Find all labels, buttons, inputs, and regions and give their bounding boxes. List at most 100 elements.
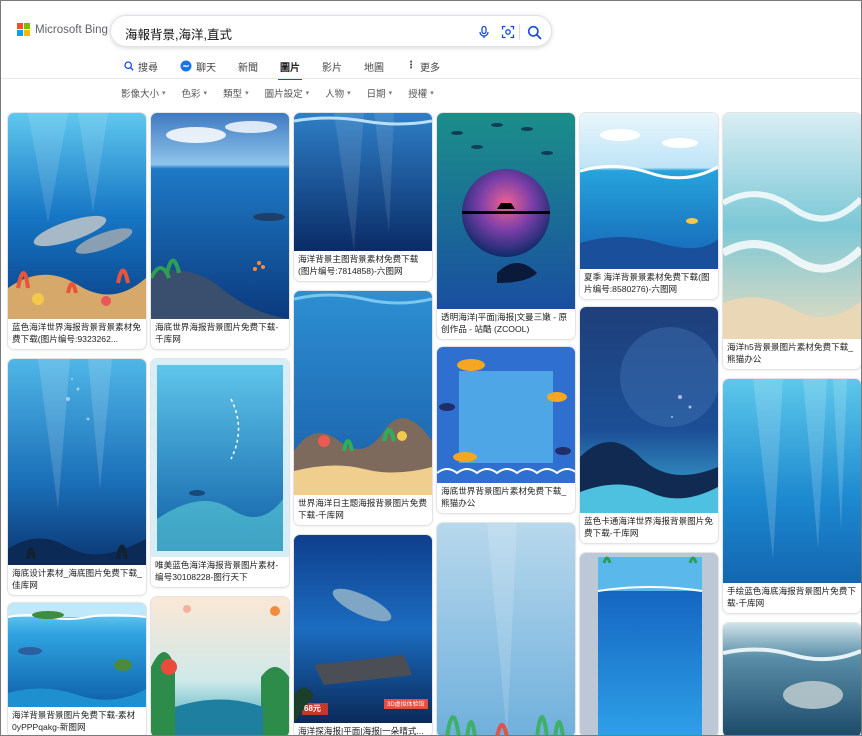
result-tile[interactable]: 蓝色海洋世界海报背景背景素材免费下载(图片编号:9323262... — [8, 113, 146, 349]
result-tile[interactable]: 68元 3D虚拟体验馆 海洋探海报|平面|海报|一朵晴式... — [294, 535, 432, 735]
result-thumbnail[interactable] — [437, 347, 575, 483]
result-thumbnail[interactable] — [580, 113, 718, 269]
result-caption[interactable]: 世界海洋日主题海报背景图片免费下载-千库网 — [298, 498, 428, 521]
more-icon: ⋮ — [406, 60, 416, 71]
caret-down-icon: ▾ — [388, 90, 393, 97]
result-tile[interactable] — [580, 553, 718, 735]
image-results: 蓝色海洋世界海报背景背景素材免费下载(图片编号:9323262... 海底设计素… — [8, 113, 861, 735]
filter-color[interactable]: 色彩 ▾ — [182, 86, 224, 100]
filter-type[interactable]: 類型 ▾ — [223, 86, 265, 100]
result-thumbnail[interactable] — [580, 553, 718, 735]
tab-maps[interactable]: 地圖 — [353, 56, 395, 76]
result-tile[interactable]: 海洋h5背景景图片素材免费下载_熊猫办公 — [723, 113, 861, 369]
tab-label: 更多 — [420, 62, 440, 74]
result-thumbnail[interactable] — [8, 359, 146, 565]
result-caption[interactable]: 海洋探海报|平面|海报|一朵晴式... — [298, 726, 428, 735]
tab-more[interactable]: ⋮ 更多 — [395, 56, 451, 76]
result-thumbnail[interactable] — [151, 597, 289, 735]
filter-license[interactable]: 授權 ▾ — [408, 86, 450, 100]
result-thumbnail[interactable] — [580, 307, 718, 513]
result-tile[interactable]: 海底设计素材_海底图片免费下载_佳库网 — [8, 359, 146, 595]
header: Microsoft Bing 海報背景,海洋,直式 搜尋 聊天 新聞 圖片 影片… — [1, 1, 861, 105]
poster-badge-label: 3D虚拟体验馆 — [387, 702, 425, 708]
result-caption[interactable]: 手绘蓝色海底海报背景图片免费下载-千库网 — [727, 586, 857, 609]
tab-label: 搜尋 — [138, 62, 158, 74]
result-tile[interactable]: 夏季 海洋背景景素材免费下载(图片编号:8580276)-六图网 — [580, 113, 718, 299]
result-thumbnail[interactable] — [8, 603, 146, 707]
result-tile[interactable] — [723, 623, 861, 735]
bing-logo[interactable]: Microsoft Bing — [17, 23, 108, 36]
result-tile[interactable]: 蓝色卡通海洋世界海报背景图片免费下载-千库网 — [580, 307, 718, 543]
tab-search[interactable]: 搜尋 — [113, 56, 169, 76]
result-tile[interactable]: 海洋背景主图背景素材免费下载(图片编号:7814858)-六图网 — [294, 113, 432, 281]
tab-images[interactable]: 圖片 — [269, 56, 311, 80]
result-thumbnail[interactable] — [723, 113, 861, 339]
result-thumbnail[interactable] — [437, 113, 575, 309]
logo-text: Microsoft Bing — [35, 23, 108, 36]
caret-down-icon: ▾ — [305, 90, 310, 97]
tab-label: 影片 — [322, 62, 342, 74]
search-divider — [519, 24, 520, 40]
result-caption[interactable]: 海底设计素材_海底图片免费下载_佳库网 — [12, 568, 142, 591]
search-box[interactable]: 海報背景,海洋,直式 — [110, 15, 552, 47]
search-icon — [124, 61, 134, 71]
result-tile[interactable]: 世界海洋日主题海报背景图片免费下载-千库网 — [294, 291, 432, 525]
logo-square-blue — [17, 30, 23, 36]
microsoft-logo-icon — [17, 23, 30, 36]
tab-news[interactable]: 新聞 — [227, 56, 269, 76]
caret-down-icon: ▾ — [203, 90, 208, 97]
result-tile[interactable]: 海底世界背景图片素材免费下载_熊猫办公 — [437, 347, 575, 513]
tabs-divider — [1, 78, 861, 79]
result-tile[interactable]: 唯美蓝色海洋海报背景图片素材-编号30108228-图行天下 — [151, 359, 289, 587]
logo-square-green — [24, 23, 30, 29]
caret-down-icon: ▾ — [245, 90, 249, 97]
result-thumbnail[interactable] — [723, 379, 861, 583]
tab-label: 圖片 — [280, 62, 300, 74]
copilot-chat-icon — [180, 60, 192, 72]
search-icon[interactable] — [525, 23, 543, 41]
result-caption[interactable]: 海洋h5背景景图片素材免费下载_熊猫办公 — [727, 342, 857, 365]
result-caption[interactable]: 海洋背景背景图片免费下载-素材0yPPPqakg-新图网 — [12, 710, 142, 733]
result-thumbnail[interactable] — [723, 623, 861, 735]
search-input[interactable]: 海報背景,海洋,直式 — [125, 24, 232, 43]
result-tile[interactable] — [151, 597, 289, 735]
filter-date[interactable]: 日期 ▾ — [367, 86, 409, 100]
result-caption[interactable]: 海底世界海报背景图片免费下载-千库网 — [155, 322, 285, 345]
result-tile[interactable]: 海洋背景背景图片免费下载-素材0yPPPqakg-新图网 — [8, 603, 146, 735]
tab-videos[interactable]: 影片 — [311, 56, 353, 76]
result-thumbnail[interactable] — [294, 113, 432, 251]
logo-square-red — [17, 23, 23, 29]
result-tile[interactable]: 海底世界海报背景图片免费下载-千库网 — [151, 113, 289, 349]
tab-label: 聊天 — [196, 62, 216, 74]
caret-down-icon: ▾ — [430, 90, 434, 97]
tab-label: 新聞 — [238, 62, 258, 74]
tab-label: 地圖 — [364, 62, 384, 74]
result-thumbnail[interactable] — [151, 113, 289, 319]
mic-icon[interactable] — [475, 23, 493, 41]
result-tile[interactable]: 手绘蓝色海底海报背景图片免费下载-千库网 — [723, 379, 861, 613]
result-caption[interactable]: 夏季 海洋背景景素材免费下载(图片编号:8580276)-六图网 — [584, 272, 714, 295]
result-thumbnail[interactable] — [8, 113, 146, 319]
result-caption[interactable]: 蓝色海洋世界海报背景背景素材免费下载(图片编号:9323262... — [12, 322, 142, 345]
visual-search-icon[interactable] — [499, 23, 517, 41]
result-caption[interactable]: 海底世界背景图片素材免费下载_熊猫办公 — [441, 486, 571, 509]
caret-down-icon: ▾ — [347, 90, 351, 97]
result-caption[interactable]: 蓝色卡通海洋世界海报背景图片免费下载-千库网 — [584, 516, 714, 539]
result-tile[interactable] — [437, 523, 575, 735]
result-thumbnail[interactable] — [437, 523, 575, 735]
vertical-tabs: 搜尋 聊天 新聞 圖片 影片 地圖 ⋮ 更多 — [113, 56, 451, 80]
browser-frame: Microsoft Bing 海報背景,海洋,直式 搜尋 聊天 新聞 圖片 影片… — [0, 0, 862, 736]
result-caption[interactable]: 海洋背景主图背景素材免费下载(图片编号:7814858)-六图网 — [298, 254, 428, 277]
result-caption[interactable]: 透明海洋|平面|海报|文曼三嫩 - 原创作品 - 站酷 (ZCOOL) — [441, 312, 571, 335]
result-thumbnail[interactable] — [294, 291, 432, 495]
tab-chat[interactable]: 聊天 — [169, 56, 227, 76]
poster-price-label: 68元 — [304, 704, 321, 713]
result-caption[interactable]: 唯美蓝色海洋海报背景图片素材-编号30108228-图行天下 — [155, 560, 285, 583]
filter-people[interactable]: 人物 ▾ — [325, 86, 367, 100]
result-thumbnail[interactable] — [151, 359, 289, 557]
image-filters: 影像大小 ▾ 色彩 ▾ 類型 ▾ 圖片設定 ▾ 人物 ▾ 日期 ▾ 授權 ▾ — [121, 86, 450, 100]
result-tile[interactable]: 透明海洋|平面|海报|文曼三嫩 - 原创作品 - 站酷 (ZCOOL) — [437, 113, 575, 339]
filter-image-size[interactable]: 影像大小 ▾ — [121, 86, 182, 100]
result-thumbnail[interactable]: 68元 3D虚拟体验馆 — [294, 535, 432, 723]
filter-layout[interactable]: 圖片設定 ▾ — [265, 86, 326, 100]
